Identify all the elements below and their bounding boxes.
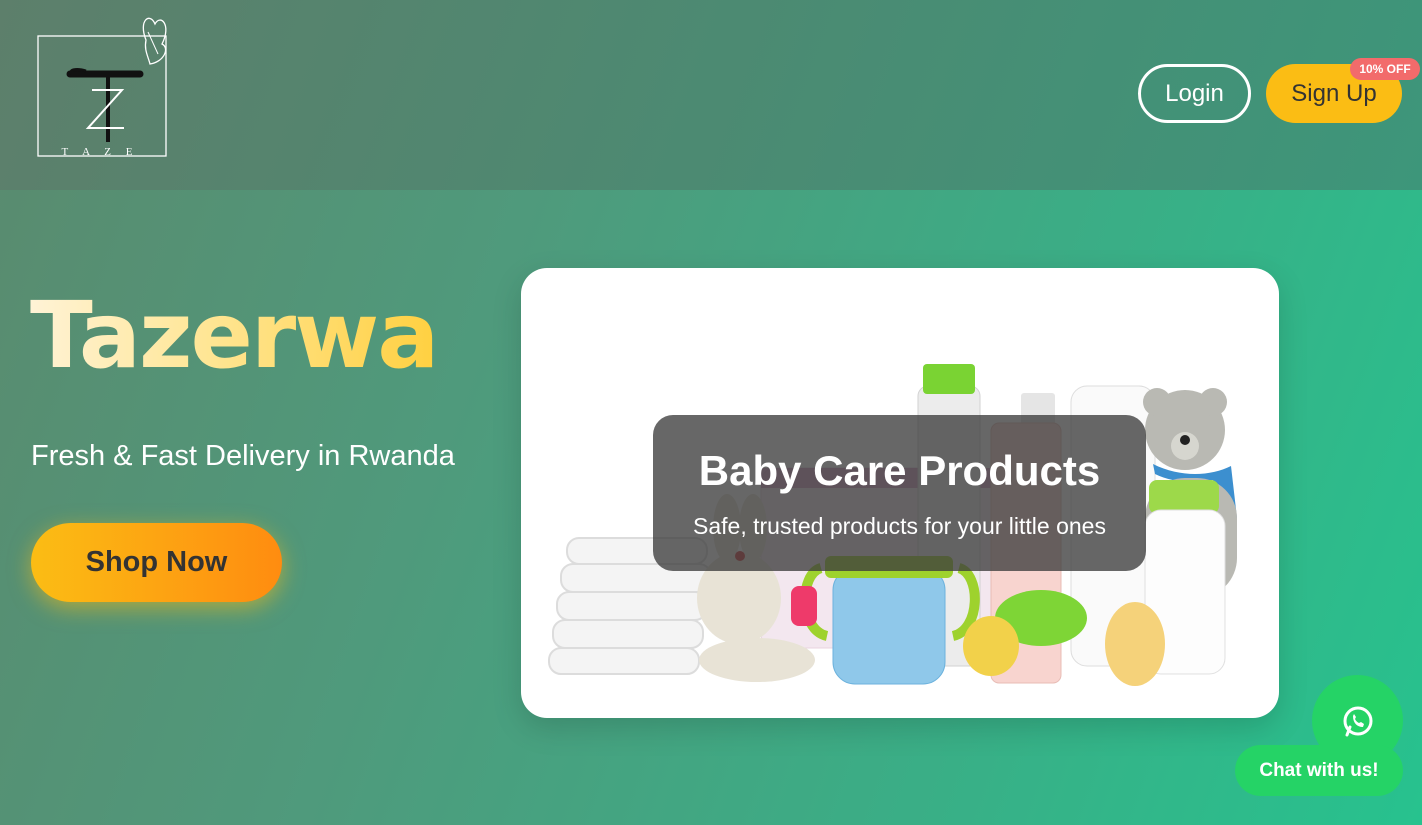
login-button[interactable]: Login [1138,64,1251,123]
logo-wordmark: T A Z E [61,146,139,158]
hero-subtitle: Fresh & Fast Delivery in Rwanda [31,440,455,472]
slide-description: Safe, trusted products for your little o… [693,512,1106,539]
slide-title: Baby Care Products [698,446,1101,494]
site-header: T A Z E Login Sign Up 10% OFF [0,0,1422,190]
taze-logo[interactable] [30,10,180,160]
chat-with-us-label[interactable]: Chat with us! [1235,745,1403,796]
featured-slide-card[interactable]: Baby Care Products Safe, trusted product… [521,268,1279,718]
discount-badge: 10% OFF [1350,58,1420,80]
hero-title: Tazerwa [30,282,439,389]
whatsapp-icon [1343,706,1372,736]
slide-caption-overlay: Baby Care Products Safe, trusted product… [653,415,1146,571]
shop-now-button[interactable]: Shop Now [31,523,282,602]
